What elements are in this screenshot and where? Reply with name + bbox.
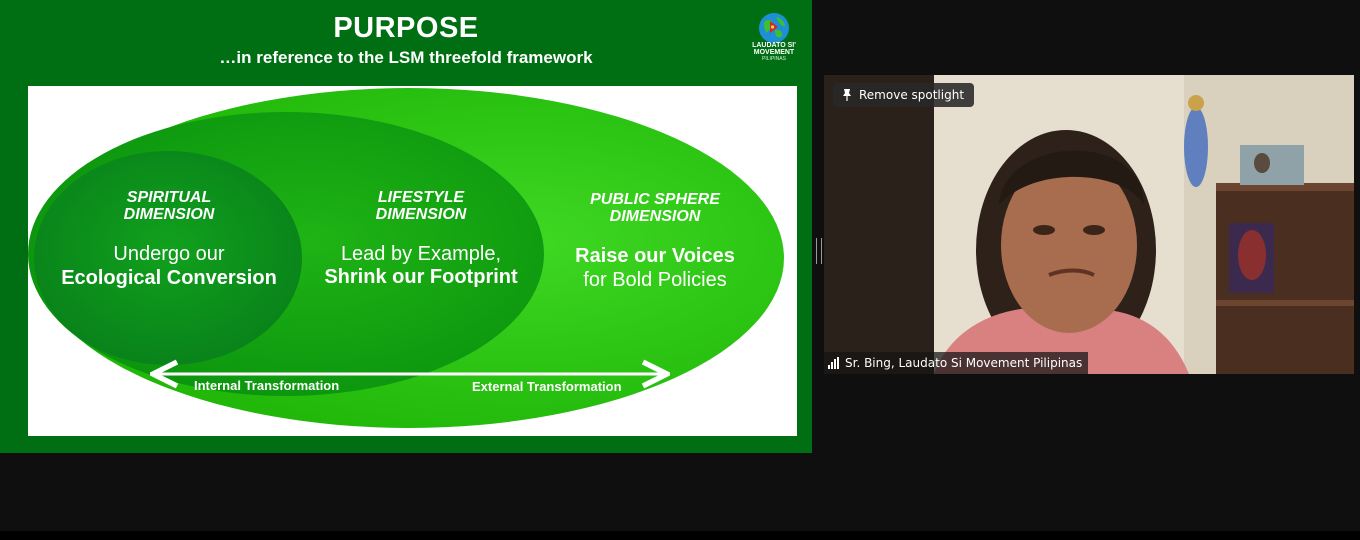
logo-line-3: PILIPINAS [762, 56, 786, 62]
lifestyle-heading-1: LIFESTYLE [378, 189, 466, 206]
public-text-1: Raise our Voices [575, 245, 735, 267]
pin-icon [843, 89, 851, 101]
remove-spotlight-label: Remove spotlight [859, 88, 965, 102]
logo-text: LAUDATO SI' MOVEMENT PILIPINAS [749, 42, 799, 63]
participant-video-tile: Remove spotlight Sr. Bing, Laudato Si Mo… [824, 75, 1354, 374]
spiritual-heading-1: SPIRITUAL [127, 189, 211, 206]
external-transformation-label: External Transformation [472, 379, 622, 394]
slide-title: PURPOSE [333, 12, 479, 44]
spiritual-text-2: Ecological Conversion [61, 267, 277, 289]
split-view-divider[interactable] [816, 238, 822, 264]
logo-line-2: MOVEMENT [753, 49, 795, 56]
lifestyle-heading-2: DIMENSION [376, 206, 467, 223]
lifestyle-text-2: Shrink our Footprint [324, 266, 518, 288]
participant-name: Sr. Bing, Laudato Si Movement Pilipinas [845, 356, 1083, 370]
bottom-bar [0, 531, 1360, 540]
internal-transformation-label: Internal Transformation [194, 378, 339, 393]
globe-logo-icon [759, 13, 789, 43]
slide-panel: SPIRITUAL DIMENSION Undergo our Ecologic… [28, 86, 797, 436]
spiritual-text-1: Undergo our [113, 243, 225, 265]
logo-line-1: LAUDATO SI' [752, 42, 796, 49]
public-heading-2: DIMENSION [610, 208, 701, 225]
framework-diagram: SPIRITUAL DIMENSION Undergo our Ecologic… [28, 88, 784, 428]
participant-video [824, 75, 1354, 374]
shared-screen: PURPOSE …in reference to the LSM threefo… [0, 0, 812, 453]
participant-name-tag: Sr. Bing, Laudato Si Movement Pilipinas [824, 352, 1089, 374]
signal-strength-icon [828, 357, 839, 369]
public-heading-1: PUBLIC SPHERE [590, 191, 721, 208]
lifestyle-text-1: Lead by Example, [341, 243, 501, 265]
public-text-2: for Bold Policies [583, 269, 726, 291]
laudato-si-logo: LAUDATO SI' MOVEMENT PILIPINAS [752, 12, 796, 62]
slide-subtitle: …in reference to the LSM threefold frame… [219, 48, 593, 67]
remove-spotlight-button[interactable]: Remove spotlight [833, 83, 975, 107]
spiritual-heading-2: DIMENSION [124, 206, 215, 223]
